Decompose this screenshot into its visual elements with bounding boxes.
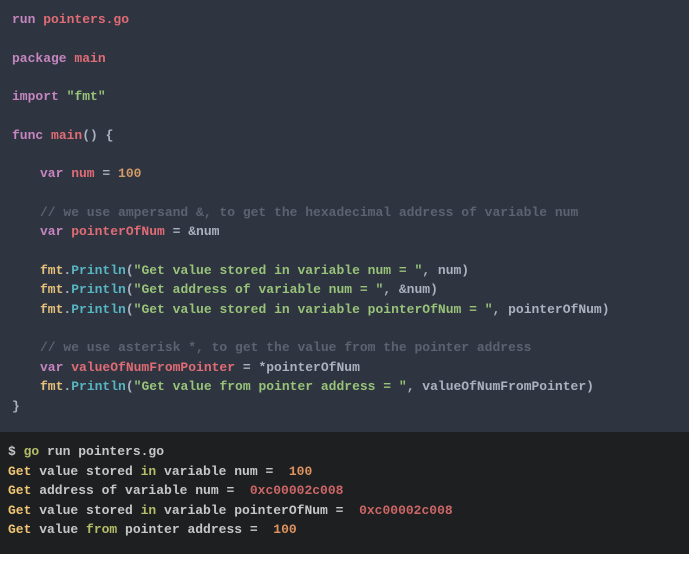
token-brace: } (12, 399, 20, 414)
token-keyword: package (12, 51, 67, 66)
token-args: , num) (422, 263, 469, 278)
token-string: "Get value stored in variable num = " (134, 263, 423, 278)
token-ident: main (43, 128, 82, 143)
term-token: value stored (31, 503, 140, 518)
terminal-output: $ go run pointers.go Get value stored in… (0, 432, 689, 554)
prompt-icon: $ (8, 444, 24, 459)
token-string: "Get value from pointer address = " (134, 379, 407, 394)
code-line: var pointerOfNum = &num (12, 222, 677, 242)
blank-line (12, 68, 677, 87)
term-cmd: go (24, 444, 40, 459)
token-ident: main (67, 51, 106, 66)
token-comment: // we use asterisk *, to get the value f… (40, 340, 531, 355)
token-ident: valueOfNumFromPointer (63, 360, 235, 375)
blank-line (12, 107, 677, 126)
token-keyword: run (12, 12, 35, 27)
term-args: run pointers.go (39, 444, 164, 459)
term-token: in (141, 503, 157, 518)
blank-line (12, 184, 677, 203)
token-args: , valueOfNumFromPointer) (407, 379, 594, 394)
token-string: "Get address of variable num = " (134, 282, 384, 297)
token-func: Println (71, 263, 126, 278)
code-line: } (12, 397, 677, 417)
token-op: = *pointerOfNum (235, 360, 360, 375)
token-paren: ( (126, 282, 134, 297)
token-func: Println (71, 302, 126, 317)
code-line: fmt.Println("Get value from pointer addr… (12, 377, 677, 397)
code-line: func main() { (12, 126, 677, 146)
terminal-line: Get value stored in variable pointerOfNu… (8, 501, 681, 521)
token-comment: // we use ampersand &, to get the hexade… (40, 205, 578, 220)
term-token: variable pointerOfNum = (156, 503, 359, 518)
term-value: 100 (273, 522, 296, 537)
terminal-line: $ go run pointers.go (8, 442, 681, 462)
token-pkg: fmt (40, 379, 63, 394)
token-ident: num (63, 166, 94, 181)
code-line: run pointers.go (12, 10, 677, 30)
term-token: Get (8, 464, 31, 479)
term-token: Get (8, 483, 31, 498)
code-line: package main (12, 49, 677, 69)
blank-line (12, 242, 677, 261)
terminal-line: Get address of variable num = 0xc00002c0… (8, 481, 681, 501)
token-func: Println (71, 282, 126, 297)
term-value: 0xc00002c008 (250, 483, 344, 498)
token-keyword: var (40, 224, 63, 239)
token-number: 100 (118, 166, 141, 181)
token-string: "fmt" (59, 89, 106, 104)
token-paren: ( (126, 302, 134, 317)
token-punct: () { (82, 128, 113, 143)
term-token: value stored (31, 464, 140, 479)
term-token: Get (8, 522, 31, 537)
code-line: // we use ampersand &, to get the hexade… (12, 203, 677, 223)
blank-line (12, 30, 677, 49)
code-line: fmt.Println("Get value stored in variabl… (12, 261, 677, 281)
token-args: , &num) (383, 282, 438, 297)
term-token: variable num = (156, 464, 289, 479)
token-ident: pointerOfNum (63, 224, 164, 239)
term-token: from (86, 522, 117, 537)
token-args: , pointerOfNum) (493, 302, 610, 317)
term-token: pointer address = (117, 522, 273, 537)
term-value: 100 (289, 464, 312, 479)
code-line: // we use asterisk *, to get the value f… (12, 338, 677, 358)
code-line: fmt.Println("Get value stored in variabl… (12, 300, 677, 320)
code-line: fmt.Println("Get address of variable num… (12, 280, 677, 300)
token-ident: pointers.go (35, 12, 129, 27)
blank-line (12, 319, 677, 338)
blank-line (12, 145, 677, 164)
code-line: var valueOfNumFromPointer = *pointerOfNu… (12, 358, 677, 378)
token-keyword: import (12, 89, 59, 104)
token-pkg: fmt (40, 282, 63, 297)
terminal-line: Get value from pointer address = 100 (8, 520, 681, 540)
token-paren: ( (126, 263, 134, 278)
term-token: in (141, 464, 157, 479)
token-pkg: fmt (40, 302, 63, 317)
term-token: Get (8, 503, 31, 518)
term-value: 0xc00002c008 (359, 503, 453, 518)
terminal-line: Get value stored in variable num = 100 (8, 462, 681, 482)
token-keyword: var (40, 166, 63, 181)
code-editor: run pointers.go package main import "fmt… (0, 0, 689, 432)
code-line: var num = 100 (12, 164, 677, 184)
token-keyword: var (40, 360, 63, 375)
code-line: import "fmt" (12, 87, 677, 107)
token-op: = (95, 166, 118, 181)
token-func: Println (71, 379, 126, 394)
token-op: = &num (165, 224, 220, 239)
token-pkg: fmt (40, 263, 63, 278)
token-string: "Get value stored in variable pointerOfN… (134, 302, 493, 317)
token-paren: ( (126, 379, 134, 394)
term-token: address of variable num = (31, 483, 249, 498)
token-keyword: func (12, 128, 43, 143)
term-token: value (31, 522, 86, 537)
